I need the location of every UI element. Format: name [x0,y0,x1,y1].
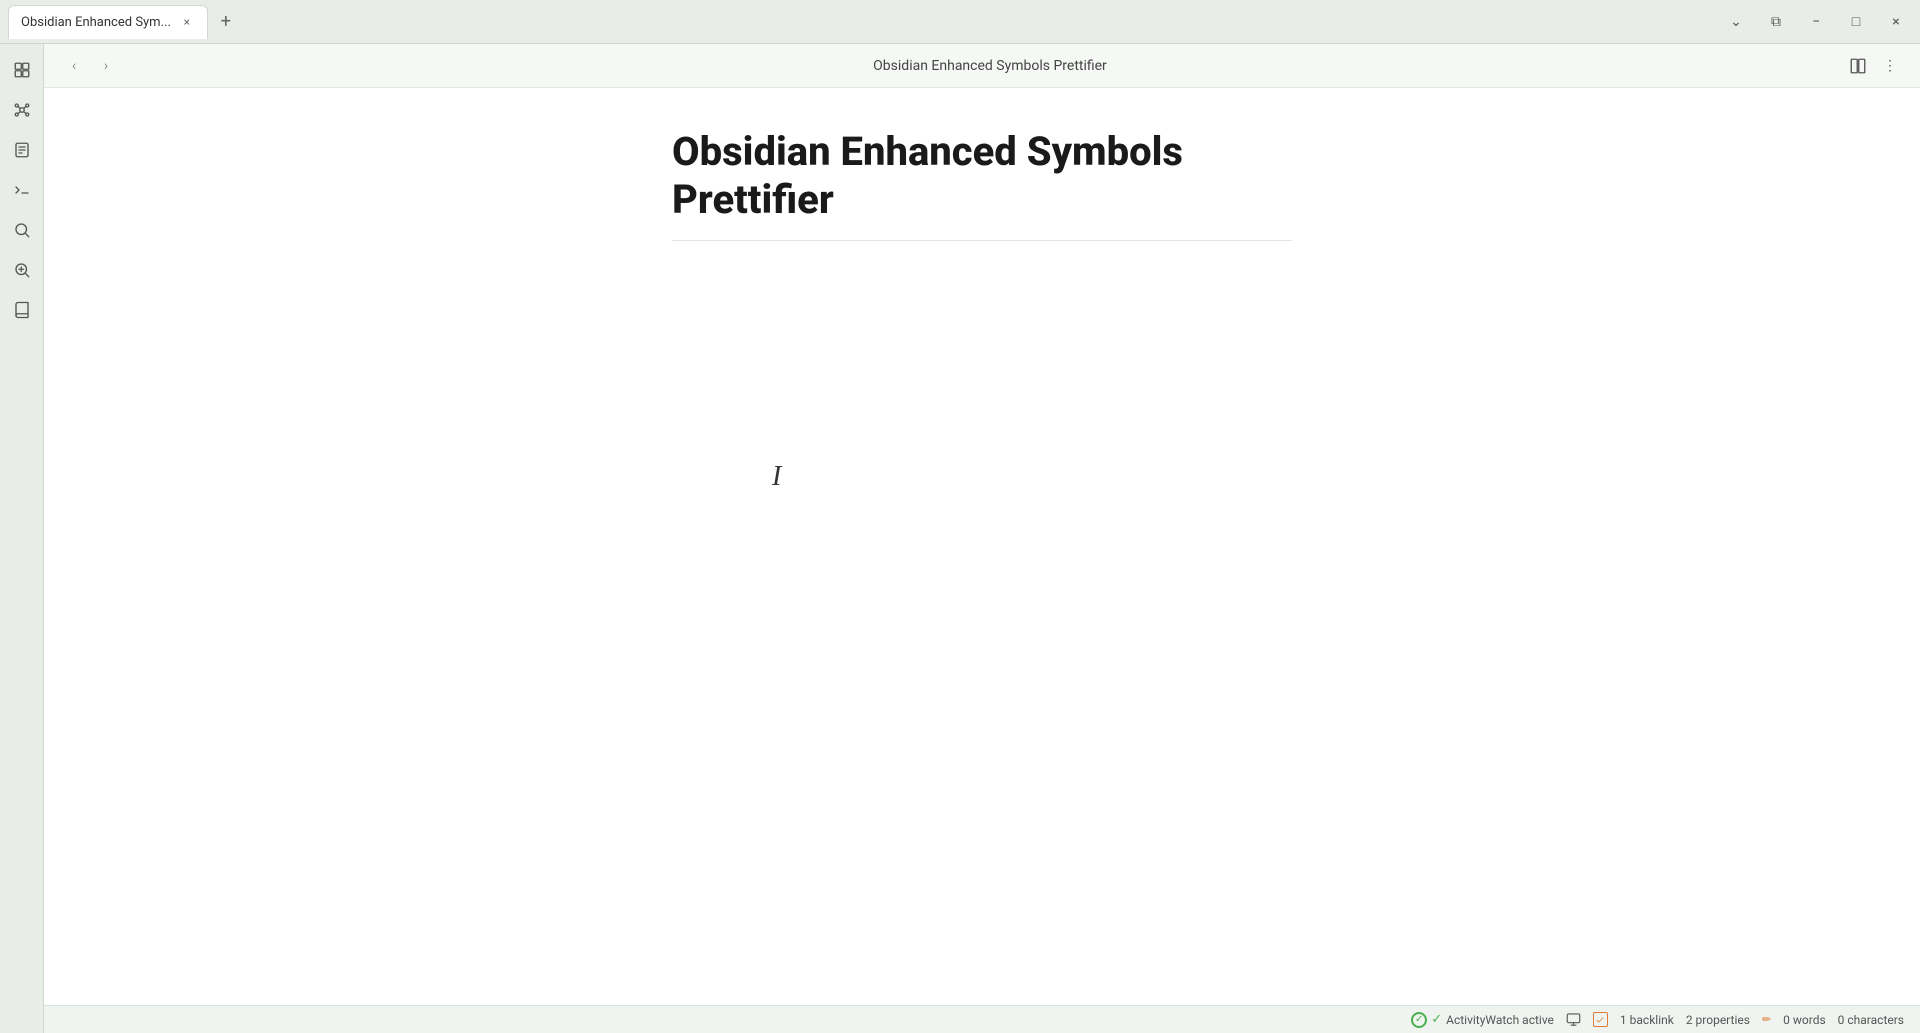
book-view-button[interactable] [1844,52,1872,80]
properties-label: 2 properties [1686,1013,1750,1027]
cursor-area[interactable]: I [672,261,1292,485]
backlink-status[interactable]: 1 backlink [1620,1013,1674,1027]
text-cursor: I [772,461,774,485]
status-bar: ✓ ✓ ActivityWatch active 1 bac [44,1005,1920,1033]
minimize-button[interactable]: − [1800,6,1832,38]
sidebar-graph-icon[interactable] [4,92,40,128]
chars-status: 0 characters [1838,1013,1904,1027]
sidebar-search-icon[interactable] [4,212,40,248]
tab-close-button[interactable]: × [179,14,195,30]
document-title: Obsidian Enhanced Symbols Prettifier [672,128,1292,224]
activitywatch-status: ✓ ✓ ActivityWatch active [1411,1012,1554,1028]
pencil-status: ✏ [1762,1013,1771,1026]
split-button[interactable]: ⧉ [1760,6,1792,38]
window-controls: ⌄ ⧉ − □ × [1720,6,1912,38]
properties-status[interactable]: 2 properties [1686,1013,1750,1027]
sidebar-magnify-icon[interactable] [4,252,40,288]
sidebar-pages-icon[interactable] [4,132,40,168]
words-status: 0 words [1783,1013,1826,1027]
pencil-icon: ✏ [1762,1013,1771,1026]
activitywatch-label: ActivityWatch active [1446,1013,1554,1027]
sidebar-terminal-icon[interactable] [4,172,40,208]
tab-area: Obsidian Enhanced Sym... × + [8,5,1720,39]
close-window-button[interactable]: × [1880,6,1912,38]
chars-label: 0 characters [1838,1013,1904,1027]
editor-area[interactable]: Obsidian Enhanced Symbols Prettifier I [44,88,1920,1005]
monitor-icon [1566,1012,1581,1027]
words-label: 0 words [1783,1013,1826,1027]
sidebar-book-icon[interactable] [4,292,40,328]
content-area: ‹ › Obsidian Enhanced Symbols Prettifier… [44,44,1920,1033]
back-button[interactable]: ‹ [60,52,88,80]
nav-buttons: ‹ › [60,52,120,80]
save-status [1593,1012,1608,1027]
forward-button[interactable]: › [92,52,120,80]
sidebar [0,44,44,1033]
active-tab[interactable]: Obsidian Enhanced Sym... × [8,5,208,39]
check-icon: ✓ [1431,1012,1442,1027]
monitor-status [1566,1012,1581,1027]
toolbar-title: Obsidian Enhanced Symbols Prettifier [136,58,1844,74]
maximize-button[interactable]: □ [1840,6,1872,38]
new-tab-button[interactable]: + [212,8,240,36]
more-options-button[interactable]: ⋮ [1876,52,1904,80]
app-body: ‹ › Obsidian Enhanced Symbols Prettifier… [0,44,1920,1033]
toolbar: ‹ › Obsidian Enhanced Symbols Prettifier… [44,44,1920,88]
editor-content: Obsidian Enhanced Symbols Prettifier I [612,128,1352,485]
save-icon [1593,1012,1608,1027]
toolbar-right-actions: ⋮ [1844,52,1904,80]
activitywatch-check-icon: ✓ [1411,1012,1427,1028]
dropdown-button[interactable]: ⌄ [1720,6,1752,38]
sidebar-files-icon[interactable] [4,52,40,88]
title-divider [672,240,1292,241]
backlink-label: 1 backlink [1620,1013,1674,1027]
tab-label: Obsidian Enhanced Sym... [21,15,171,30]
title-bar: Obsidian Enhanced Sym... × + ⌄ ⧉ − □ × [0,0,1920,44]
